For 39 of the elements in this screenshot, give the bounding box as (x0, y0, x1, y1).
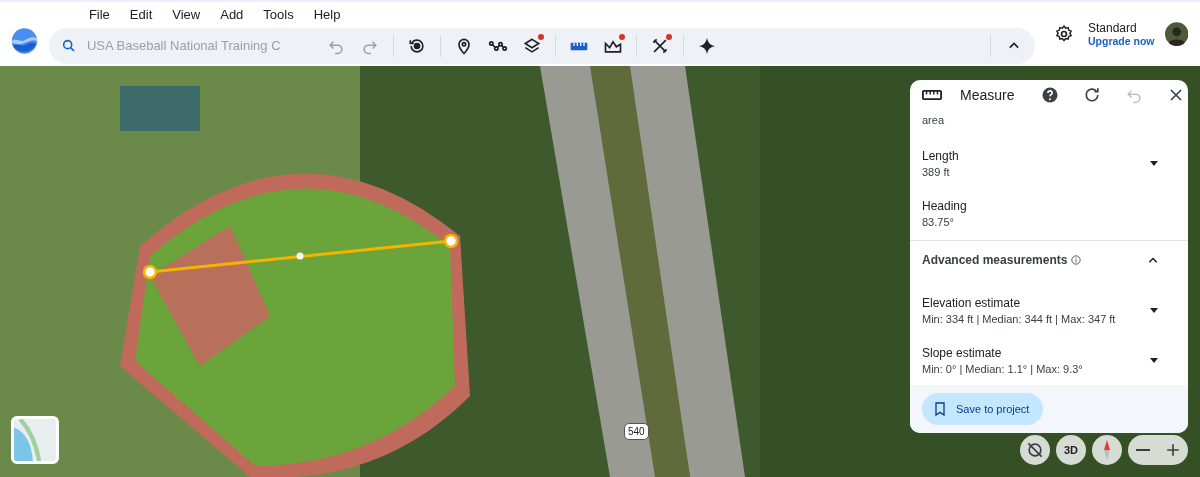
field-value: 389 ft (922, 165, 951, 178)
notification-dot (537, 33, 544, 40)
avatar-icon[interactable] (1164, 21, 1188, 47)
search-field[interactable]: USA Baseball National Training C (50, 29, 317, 62)
minus-icon (1136, 449, 1150, 451)
field-value: Min: 334 ft | Median: 344 ft | Max: 347 ft (922, 312, 1117, 325)
menu-item[interactable]: File (78, 4, 120, 24)
bookmark-icon (932, 401, 948, 417)
area-label: area (921, 113, 946, 128)
menu-item[interactable]: View (162, 4, 211, 24)
field-value: 83.75° (922, 215, 955, 228)
menu-item[interactable]: Tools (253, 4, 304, 24)
map-thumbnail-icon (14, 419, 56, 461)
field-label: Slope estimate (922, 345, 1003, 360)
menu-item[interactable]: Edit (119, 4, 163, 24)
route-shield: 540 (624, 423, 649, 440)
tilt-off-icon (1025, 440, 1045, 460)
dropdown-icon[interactable] (1150, 307, 1158, 313)
compass-icon (1103, 439, 1111, 461)
field-label: Elevation estimate (922, 295, 1022, 310)
info-icon (1071, 255, 1082, 265)
menu-item[interactable]: Add (210, 4, 254, 24)
panel-title: Measure (960, 87, 1015, 103)
upgrade-link[interactable]: Upgrade now (1088, 35, 1155, 47)
save-to-project-button[interactable]: Save to project (922, 393, 1044, 425)
section-title: Advanced measurements (922, 253, 1068, 267)
notification-dot (618, 33, 625, 40)
menu-item[interactable]: Help (303, 4, 351, 24)
dropdown-icon[interactable] (1150, 160, 1158, 166)
notification-dot (665, 33, 672, 40)
field-value: Min: 0° | Median: 1.1° | Max: 9.3° (922, 362, 1084, 375)
dropdown-icon[interactable] (1150, 357, 1158, 363)
plan-label: Standard (1088, 21, 1138, 35)
field-label: Heading (922, 198, 968, 213)
field-label: Length (922, 148, 960, 163)
app-logo-icon[interactable] (10, 25, 39, 57)
settings-icon (1054, 24, 1075, 44)
ruler-icon (922, 90, 942, 100)
search-icon (60, 37, 77, 54)
